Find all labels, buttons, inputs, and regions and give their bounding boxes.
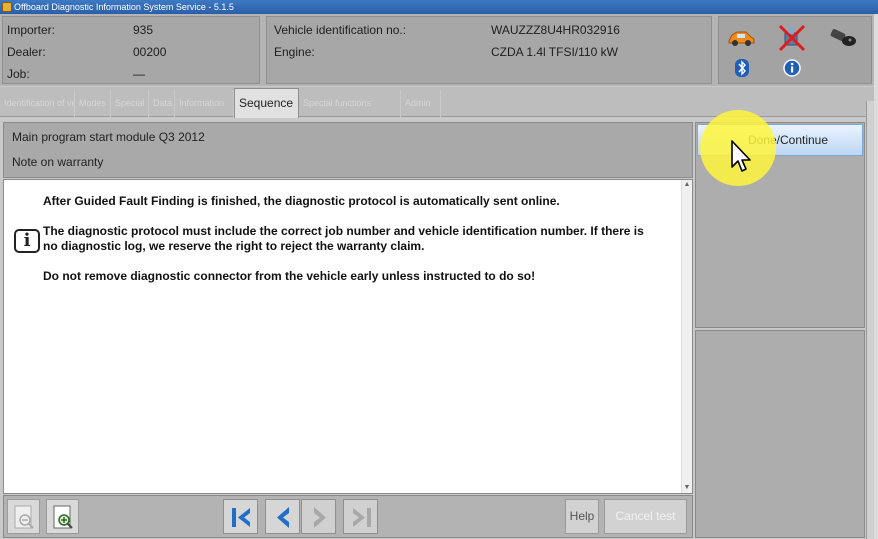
tab-information[interactable]: Information: [175, 90, 234, 117]
scroll-down-icon[interactable]: ▼: [682, 483, 692, 493]
car-icon[interactable]: [727, 29, 755, 47]
program-title: Main program start module Q3 2012: [12, 130, 205, 144]
header: Importer: 935 Dealer: 00200 Job: — Vehic…: [0, 14, 874, 86]
window-titlebar: Offboard Diagnostic Information System S…: [0, 0, 878, 14]
tab-special[interactable]: Special: [111, 90, 149, 117]
info-icon[interactable]: [783, 59, 801, 77]
tab-modes[interactable]: Modes: [75, 90, 111, 117]
cancel-test-button[interactable]: Cancel test: [604, 499, 687, 534]
program-subtitle: Note on warranty: [12, 155, 104, 169]
vin-value: WAUZZZ8U4HR032916: [491, 23, 620, 37]
dealer-info-box: Importer: 935 Dealer: 00200 Job: —: [2, 16, 260, 84]
last-step-button[interactable]: [343, 499, 378, 534]
first-step-button[interactable]: [223, 499, 258, 534]
help-button[interactable]: Help: [565, 499, 599, 534]
dealer-value: 00200: [133, 45, 167, 59]
importer-value: 935: [133, 23, 154, 37]
content-scrollbar[interactable]: ▲ ▼: [681, 180, 692, 493]
zoom-out-icon: [14, 505, 34, 529]
tab-identification[interactable]: Identification of vehicle: [0, 90, 75, 117]
engine-label: Engine:: [274, 45, 315, 59]
scroll-up-icon[interactable]: ▲: [682, 180, 692, 190]
bluetooth-icon[interactable]: [735, 59, 749, 77]
message-line-2b: no diagnostic log, we reserve the right …: [43, 239, 425, 253]
zoom-out-button[interactable]: [7, 499, 40, 534]
previous-step-button[interactable]: [265, 499, 300, 534]
program-header: Main program start module Q3 2012 Note o…: [3, 122, 693, 178]
window-title: Offboard Diagnostic Information System S…: [14, 2, 234, 12]
engine-value: CZDA 1.4l TFSI/110 kW: [491, 45, 618, 59]
job-value: —: [133, 67, 145, 81]
app-icon: [2, 2, 12, 12]
vehicle-info-box: Vehicle identification no.: WAUZZZ8U4HR0…: [266, 16, 712, 84]
info-note-icon: i: [14, 229, 40, 253]
message-line-2a: The diagnostic protocol must include the…: [43, 224, 644, 238]
secondary-panel: [695, 330, 865, 538]
background-strip: [874, 14, 878, 539]
chevron-left-icon: [277, 507, 289, 528]
skip-to-start-icon: [232, 508, 250, 527]
tab-admin[interactable]: Admin: [401, 90, 441, 117]
skip-to-end-icon: [353, 508, 371, 527]
bottom-toolbar: Help Cancel test: [3, 495, 693, 538]
dealer-label: Dealer:: [7, 45, 46, 59]
chevron-right-icon: [314, 507, 326, 528]
message-line-3: Do not remove diagnostic connector from …: [43, 269, 536, 283]
zoom-in-button[interactable]: [46, 499, 79, 534]
job-label: Job:: [7, 67, 30, 81]
zoom-in-icon: [53, 505, 73, 529]
vin-label: Vehicle identification no.:: [274, 23, 407, 37]
message-line-1: After Guided Fault Finding is finished, …: [43, 194, 560, 208]
window-right-edge: [866, 101, 874, 539]
app-window: Importer: 935 Dealer: 00200 Job: — Vehic…: [0, 14, 874, 539]
message-panel: After Guided Fault Finding is finished, …: [3, 179, 693, 494]
tab-special-functions[interactable]: Special functions: [299, 90, 401, 117]
tab-sequence[interactable]: Sequence: [234, 88, 299, 118]
status-icons-box: [718, 16, 872, 84]
mouse-pointer-icon: [731, 140, 751, 172]
key-icon[interactable]: [829, 27, 859, 49]
tab-data[interactable]: Data: [149, 90, 175, 117]
importer-label: Importer:: [7, 23, 56, 37]
disconnected-icon[interactable]: [777, 23, 807, 53]
next-step-button[interactable]: [301, 499, 336, 534]
